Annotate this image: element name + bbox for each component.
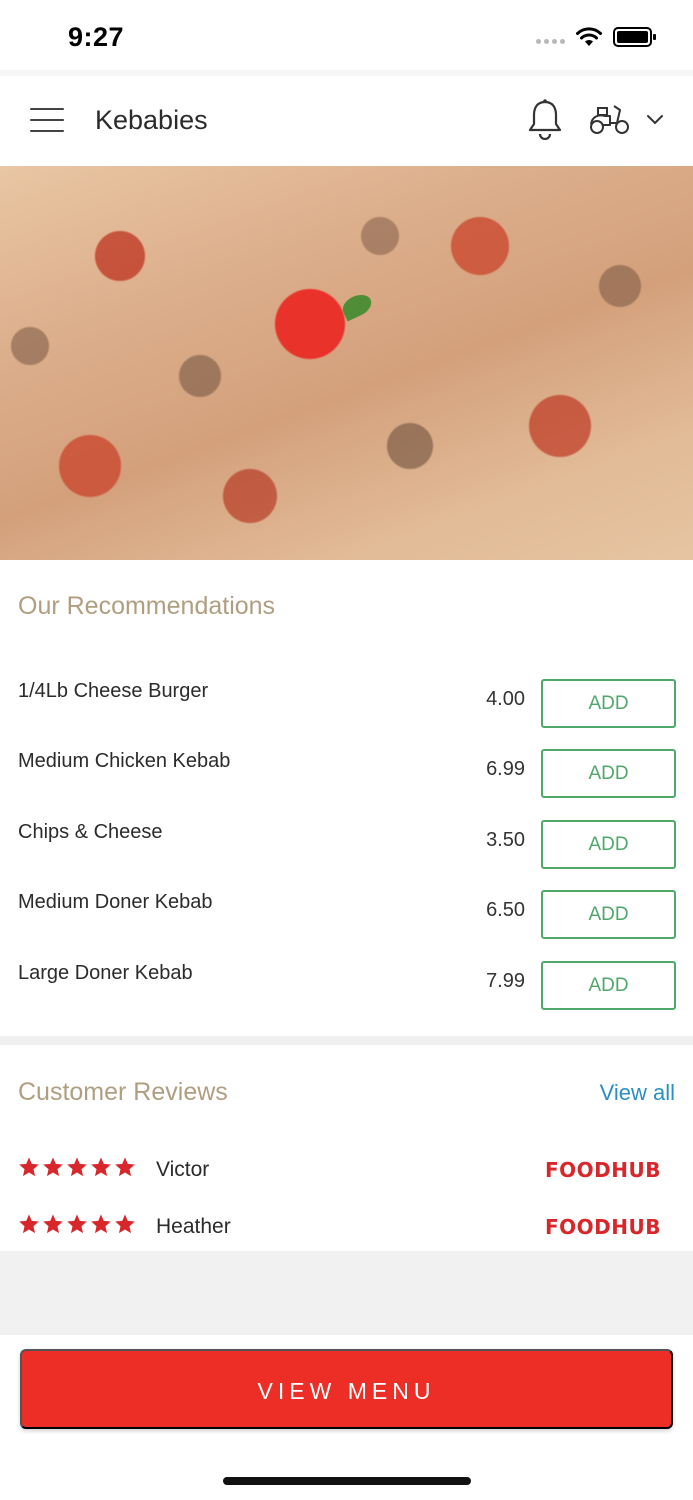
star-icon bbox=[19, 1157, 39, 1177]
add-button[interactable]: ADD bbox=[541, 890, 676, 940]
list-item: Chips & Cheese 3.50 ADD bbox=[0, 811, 693, 881]
hero-pizza-image bbox=[0, 166, 693, 560]
star-icon bbox=[67, 1214, 87, 1234]
item-name: Large Doner Kebab bbox=[18, 961, 193, 984]
wifi-icon bbox=[576, 27, 602, 46]
home-indicator[interactable] bbox=[223, 1477, 471, 1485]
review-row: Heather FOODHUB bbox=[0, 1209, 693, 1249]
app-header: Kebabies bbox=[0, 76, 693, 166]
star-icon bbox=[115, 1214, 135, 1234]
scooter-icon[interactable] bbox=[588, 102, 630, 136]
hamburger-icon[interactable] bbox=[30, 108, 64, 132]
status-time: 9:27 bbox=[68, 22, 125, 52]
bell-icon[interactable] bbox=[526, 98, 564, 140]
list-item: 1/4Lb Cheese Burger 4.00 ADD bbox=[0, 670, 693, 740]
add-button[interactable]: ADD bbox=[541, 819, 676, 869]
star-icon bbox=[43, 1214, 63, 1234]
star-icon bbox=[43, 1157, 63, 1177]
bottom-spacer bbox=[0, 1251, 693, 1335]
item-price: 6.50 bbox=[486, 899, 525, 922]
item-price: 7.99 bbox=[486, 969, 525, 992]
reviewer-name: Victor bbox=[156, 1158, 210, 1181]
star-icon bbox=[91, 1157, 111, 1177]
list-item: Large Doner Kebab 7.99 ADD bbox=[0, 952, 693, 1022]
foodhub-logo: FOODHUB bbox=[545, 1215, 661, 1239]
add-button[interactable]: ADD bbox=[541, 679, 676, 728]
item-name: Medium Doner Kebab bbox=[18, 891, 213, 914]
star-rating bbox=[18, 1213, 136, 1235]
item-price: 3.50 bbox=[486, 828, 525, 851]
list-item: Medium Chicken Kebab 6.99 ADD bbox=[0, 740, 693, 810]
battery-icon bbox=[613, 27, 656, 47]
list-item: Medium Doner Kebab 6.50 ADD bbox=[0, 881, 693, 951]
status-bar: 9:27 bbox=[0, 0, 693, 70]
star-icon bbox=[67, 1157, 87, 1177]
section-divider bbox=[0, 1036, 693, 1045]
item-price: 4.00 bbox=[486, 688, 525, 710]
view-all-link[interactable]: View all bbox=[600, 1080, 675, 1106]
restaurant-title: Kebabies bbox=[95, 105, 208, 135]
review-row: Victor FOODHUB bbox=[0, 1152, 693, 1192]
add-button[interactable]: ADD bbox=[541, 749, 676, 799]
chevron-down-icon[interactable] bbox=[646, 114, 664, 126]
add-button[interactable]: ADD bbox=[541, 960, 676, 1010]
recommendations-list: 1/4Lb Cheese Burger 4.00 ADD Medium Chic… bbox=[0, 670, 693, 1022]
star-rating bbox=[18, 1156, 136, 1178]
star-icon bbox=[115, 1157, 135, 1177]
signal-icon bbox=[536, 38, 565, 44]
hero-garnish bbox=[339, 290, 375, 322]
star-icon bbox=[91, 1214, 111, 1234]
foodhub-logo: FOODHUB bbox=[545, 1158, 661, 1182]
reviewer-name: Heather bbox=[156, 1215, 231, 1238]
view-menu-button[interactable]: VIEW MENU bbox=[20, 1349, 673, 1429]
item-price: 6.99 bbox=[486, 758, 525, 781]
reviews-title: Customer Reviews bbox=[18, 1078, 228, 1106]
item-name: Medium Chicken Kebab bbox=[18, 750, 231, 773]
item-name: Chips & Cheese bbox=[18, 820, 163, 843]
item-name: 1/4Lb Cheese Burger bbox=[18, 680, 209, 702]
status-icons bbox=[536, 26, 657, 48]
recommendations-title: Our Recommendations bbox=[18, 592, 276, 620]
star-icon bbox=[19, 1214, 39, 1234]
